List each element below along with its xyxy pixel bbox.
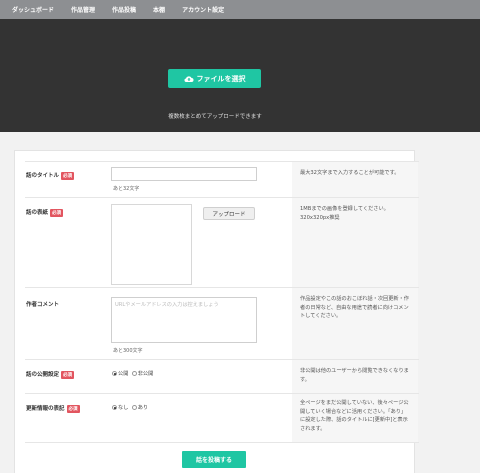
- update-notice-help: 全ページをまだ公開していない、後々ページ公開していく場合などに活用ください。「あ…: [292, 394, 418, 443]
- update-notice-row: 更新情報の表記 必須 なし あり 全ページをまだ公開していない、後々ページ公開して…: [25, 393, 419, 443]
- cover-label: 話の表紙 必須: [26, 208, 64, 217]
- upload-hero: ファイルを選択 複数枚まとめてアップロードできます: [0, 19, 480, 132]
- visibility-private-radio[interactable]: 非公開: [131, 371, 153, 377]
- top-navigation: ダッシュボード 作品管理 作品投稿 本棚 アカウント設定: [0, 0, 480, 19]
- episode-form: 話のタイトル 必須 あと32文字 最大32文字まで入力することが可能です。 話の表…: [14, 150, 419, 473]
- comment-label: 作者コメント: [26, 302, 60, 308]
- nav-works-post[interactable]: 作品投稿: [112, 5, 136, 14]
- visibility-public-radio[interactable]: 公開: [112, 371, 128, 377]
- upload-note: 複数枚まとめてアップロードできます: [168, 114, 262, 120]
- nav-works-management[interactable]: 作品管理: [71, 5, 95, 14]
- update-yes-radio[interactable]: あり: [131, 405, 148, 411]
- required-badge: 必須: [61, 171, 75, 180]
- nav-dashboard[interactable]: ダッシュボード: [12, 5, 54, 14]
- select-file-button[interactable]: ファイルを選択: [168, 69, 261, 88]
- title-counter: あと32文字: [113, 186, 140, 192]
- title-input[interactable]: [111, 167, 257, 181]
- comment-placeholder: URLやメールアドレスの入力は控えましょう: [115, 302, 219, 308]
- visibility-options: 公開 非公開: [112, 370, 153, 377]
- update-notice-label: 更新情報の表記 必須: [26, 404, 80, 413]
- required-badge: 必須: [61, 370, 75, 379]
- select-file-label: ファイルを選択: [196, 74, 246, 83]
- visibility-row: 話の公開設定 必須 公開 非公開 非公開は他のユーザーから閲覧できなくなります。: [25, 359, 419, 394]
- submit-episode-button[interactable]: 話を投稿する: [182, 451, 246, 468]
- title-row: 話のタイトル 必須 あと32文字 最大32文字まで入力することが可能です。: [25, 161, 419, 198]
- title-label: 話のタイトル 必須: [26, 171, 75, 180]
- required-badge: 必須: [50, 208, 64, 217]
- divider: [25, 442, 419, 443]
- update-none-radio[interactable]: なし: [112, 405, 128, 411]
- cover-preview: [111, 204, 192, 285]
- comment-textarea[interactable]: URLやメールアドレスの入力は控えましょう: [111, 297, 257, 343]
- nav-account-settings[interactable]: アカウント設定: [182, 5, 224, 14]
- update-notice-options: なし あり: [112, 404, 148, 411]
- visibility-label: 話の公開設定 必須: [26, 370, 75, 379]
- cover-help: 1MBまでの画像を登録してください。320x320px推奨: [292, 198, 418, 288]
- cover-row: 話の表紙 必須 アップロード 1MBまでの画像を登録してください。320x320p…: [25, 197, 419, 288]
- comment-counter: あと300文字: [113, 348, 143, 354]
- nav-bookshelf[interactable]: 本棚: [153, 5, 165, 14]
- cloud-upload-icon: [183, 75, 193, 82]
- required-badge: 必須: [66, 404, 80, 413]
- cover-upload-button[interactable]: アップロード: [203, 207, 255, 220]
- comment-help: 作品設定やこの話のおこぼれ話・次回更新・作者の日常など、自由な用途で読者に向けコ…: [292, 288, 418, 360]
- title-help: 最大32文字まで入力することが可能です。: [292, 162, 418, 198]
- comment-row: 作者コメント URLやメールアドレスの入力は控えましょう あと300文字 作品設…: [25, 287, 419, 360]
- visibility-help: 非公開は他のユーザーから閲覧できなくなります。: [292, 360, 418, 394]
